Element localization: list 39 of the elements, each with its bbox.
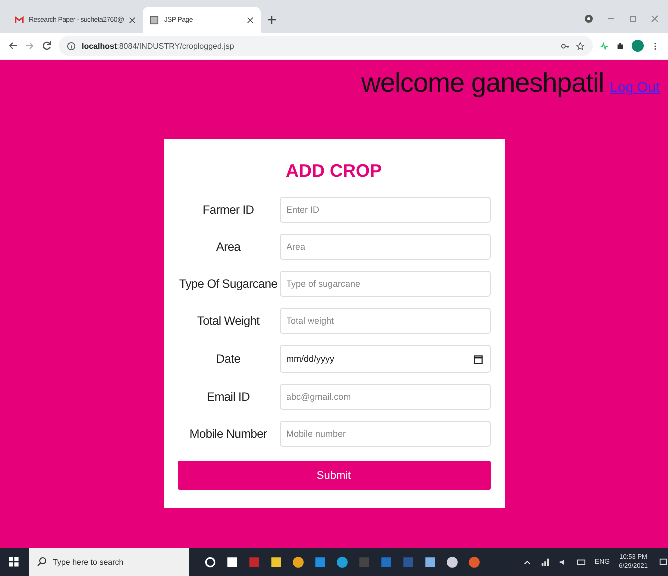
search-icon — [37, 557, 47, 567]
field-label: Mobile Number — [188, 427, 268, 441]
avatar-icon[interactable] — [632, 40, 644, 52]
field-label: Email ID — [206, 390, 251, 404]
date-field[interactable]: mm/dd/yyyy — [280, 345, 490, 373]
task-view-icon[interactable] — [226, 556, 239, 568]
field-label: Total Weight — [196, 314, 261, 328]
address-bar[interactable]: localhost:8084/INDUSTRY/croplogged.jsp — [59, 36, 593, 56]
field-label: Type Of Sugarcane — [178, 277, 279, 291]
input-field[interactable]: Area — [280, 234, 490, 260]
new-tab-icon[interactable] — [267, 15, 278, 25]
app-icon[interactable] — [468, 556, 481, 568]
input-field[interactable]: Type of sugarcane — [280, 271, 490, 297]
app-icon[interactable] — [446, 556, 459, 568]
form-title: ADD CROP — [284, 161, 383, 182]
app-icon[interactable] — [424, 556, 437, 568]
circle-icon[interactable] — [204, 556, 217, 568]
input-field[interactable]: Mobile number — [280, 421, 490, 447]
key-icon[interactable] — [561, 42, 570, 50]
submit-button[interactable]: Submit — [178, 461, 490, 490]
input-field[interactable]: Total weight — [280, 308, 490, 334]
close-icon[interactable] — [129, 16, 136, 24]
field-label: Area — [215, 240, 242, 254]
restore-icon[interactable] — [628, 14, 638, 24]
star-icon[interactable] — [576, 42, 585, 50]
input-field[interactable]: abc@gmail.com — [280, 384, 490, 410]
info-icon — [67, 42, 76, 50]
page-icon — [150, 16, 160, 24]
windows-icon[interactable] — [8, 556, 20, 568]
welcome-text: welcome ganeshpatil — [362, 68, 604, 99]
network-icon[interactable] — [540, 558, 550, 566]
field-label: Date — [215, 352, 242, 366]
calendar-icon[interactable] — [472, 354, 484, 364]
search-field[interactable]: Type here to search — [29, 548, 189, 576]
field-label: Farmer ID — [202, 203, 256, 217]
input-field[interactable]: Enter ID — [280, 197, 490, 223]
back-icon[interactable] — [8, 41, 18, 51]
close-icon[interactable] — [247, 16, 254, 24]
reload-icon[interactable] — [42, 41, 52, 51]
